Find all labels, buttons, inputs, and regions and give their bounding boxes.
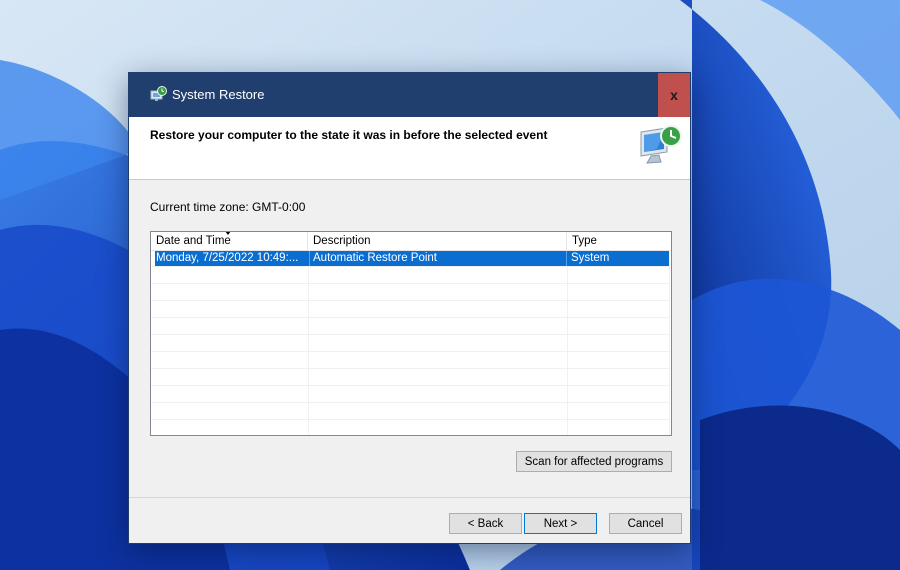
cancel-button[interactable]: Cancel [609, 513, 682, 534]
window-title: System Restore [172, 87, 265, 102]
table-row[interactable]: Monday, 7/25/2022 10:49:... Automatic Re… [155, 251, 669, 266]
next-button[interactable]: Next > [524, 513, 597, 534]
title-bar[interactable]: System Restore x [129, 73, 690, 117]
desktop: System Restore x Restore your computer t… [0, 0, 900, 570]
system-restore-icon [150, 86, 167, 101]
column-header-description[interactable]: Description [308, 232, 567, 250]
column-header-type[interactable]: Type [567, 232, 671, 250]
cell-date: Monday, 7/25/2022 10:49:... [156, 252, 299, 264]
list-header: Date and Time Description Type [151, 232, 671, 251]
system-restore-dialog: System Restore x Restore your computer t… [128, 72, 691, 544]
cell-type: System [566, 251, 669, 266]
footer-divider [129, 497, 690, 498]
column-header-date-label: Date and Time [156, 235, 231, 247]
restore-points-list[interactable]: Date and Time Description Type Monday, 7… [150, 231, 672, 436]
sort-descending-icon [225, 232, 231, 235]
list-gridlines [151, 250, 671, 435]
back-button[interactable]: < Back [449, 513, 522, 534]
cell-description: Automatic Restore Point [309, 251, 565, 266]
page-heading: Restore your computer to the state it wa… [150, 128, 548, 142]
current-timezone-label: Current time zone: GMT-0:00 [150, 200, 306, 214]
system-restore-icon [640, 125, 682, 164]
column-header-date[interactable]: Date and Time [151, 232, 308, 250]
close-button[interactable]: x [658, 73, 690, 117]
scan-affected-programs-button[interactable]: Scan for affected programs [516, 451, 672, 472]
header-panel: Restore your computer to the state it wa… [129, 117, 690, 180]
